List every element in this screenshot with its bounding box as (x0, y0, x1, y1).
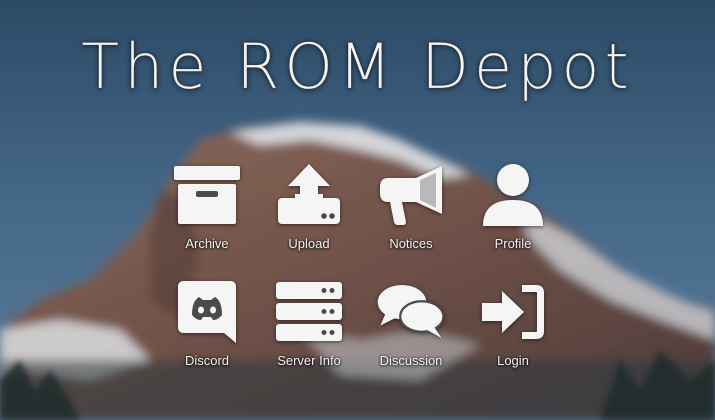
archive-tile[interactable]: Archive (155, 160, 259, 272)
chat-bubbles-icon (375, 277, 447, 347)
notices-label: Notices (389, 236, 433, 251)
megaphone-icon (375, 160, 447, 230)
archive-label: Archive (185, 236, 229, 251)
server-info-tile[interactable]: Server Info (257, 277, 361, 389)
server-icon (273, 277, 345, 347)
sign-in-icon (477, 277, 549, 347)
discord-tile[interactable]: Discord (155, 277, 259, 389)
upload-icon (273, 160, 345, 230)
user-icon (477, 160, 549, 230)
login-tile[interactable]: Login (461, 277, 565, 389)
server-info-label: Server Info (277, 353, 341, 368)
archive-icon (171, 160, 243, 230)
discussion-label: Discussion (379, 353, 443, 368)
profile-label: Profile (494, 236, 532, 251)
upload-tile[interactable]: Upload (257, 160, 361, 272)
upload-label: Upload (288, 236, 330, 251)
discord-icon (171, 277, 243, 347)
notices-tile[interactable]: Notices (359, 160, 463, 272)
discussion-tile[interactable]: Discussion (359, 277, 463, 389)
profile-tile[interactable]: Profile (461, 160, 565, 272)
discord-label: Discord (184, 353, 230, 368)
login-label: Login (497, 353, 529, 368)
site-title: The ROM Depot (81, 30, 634, 103)
